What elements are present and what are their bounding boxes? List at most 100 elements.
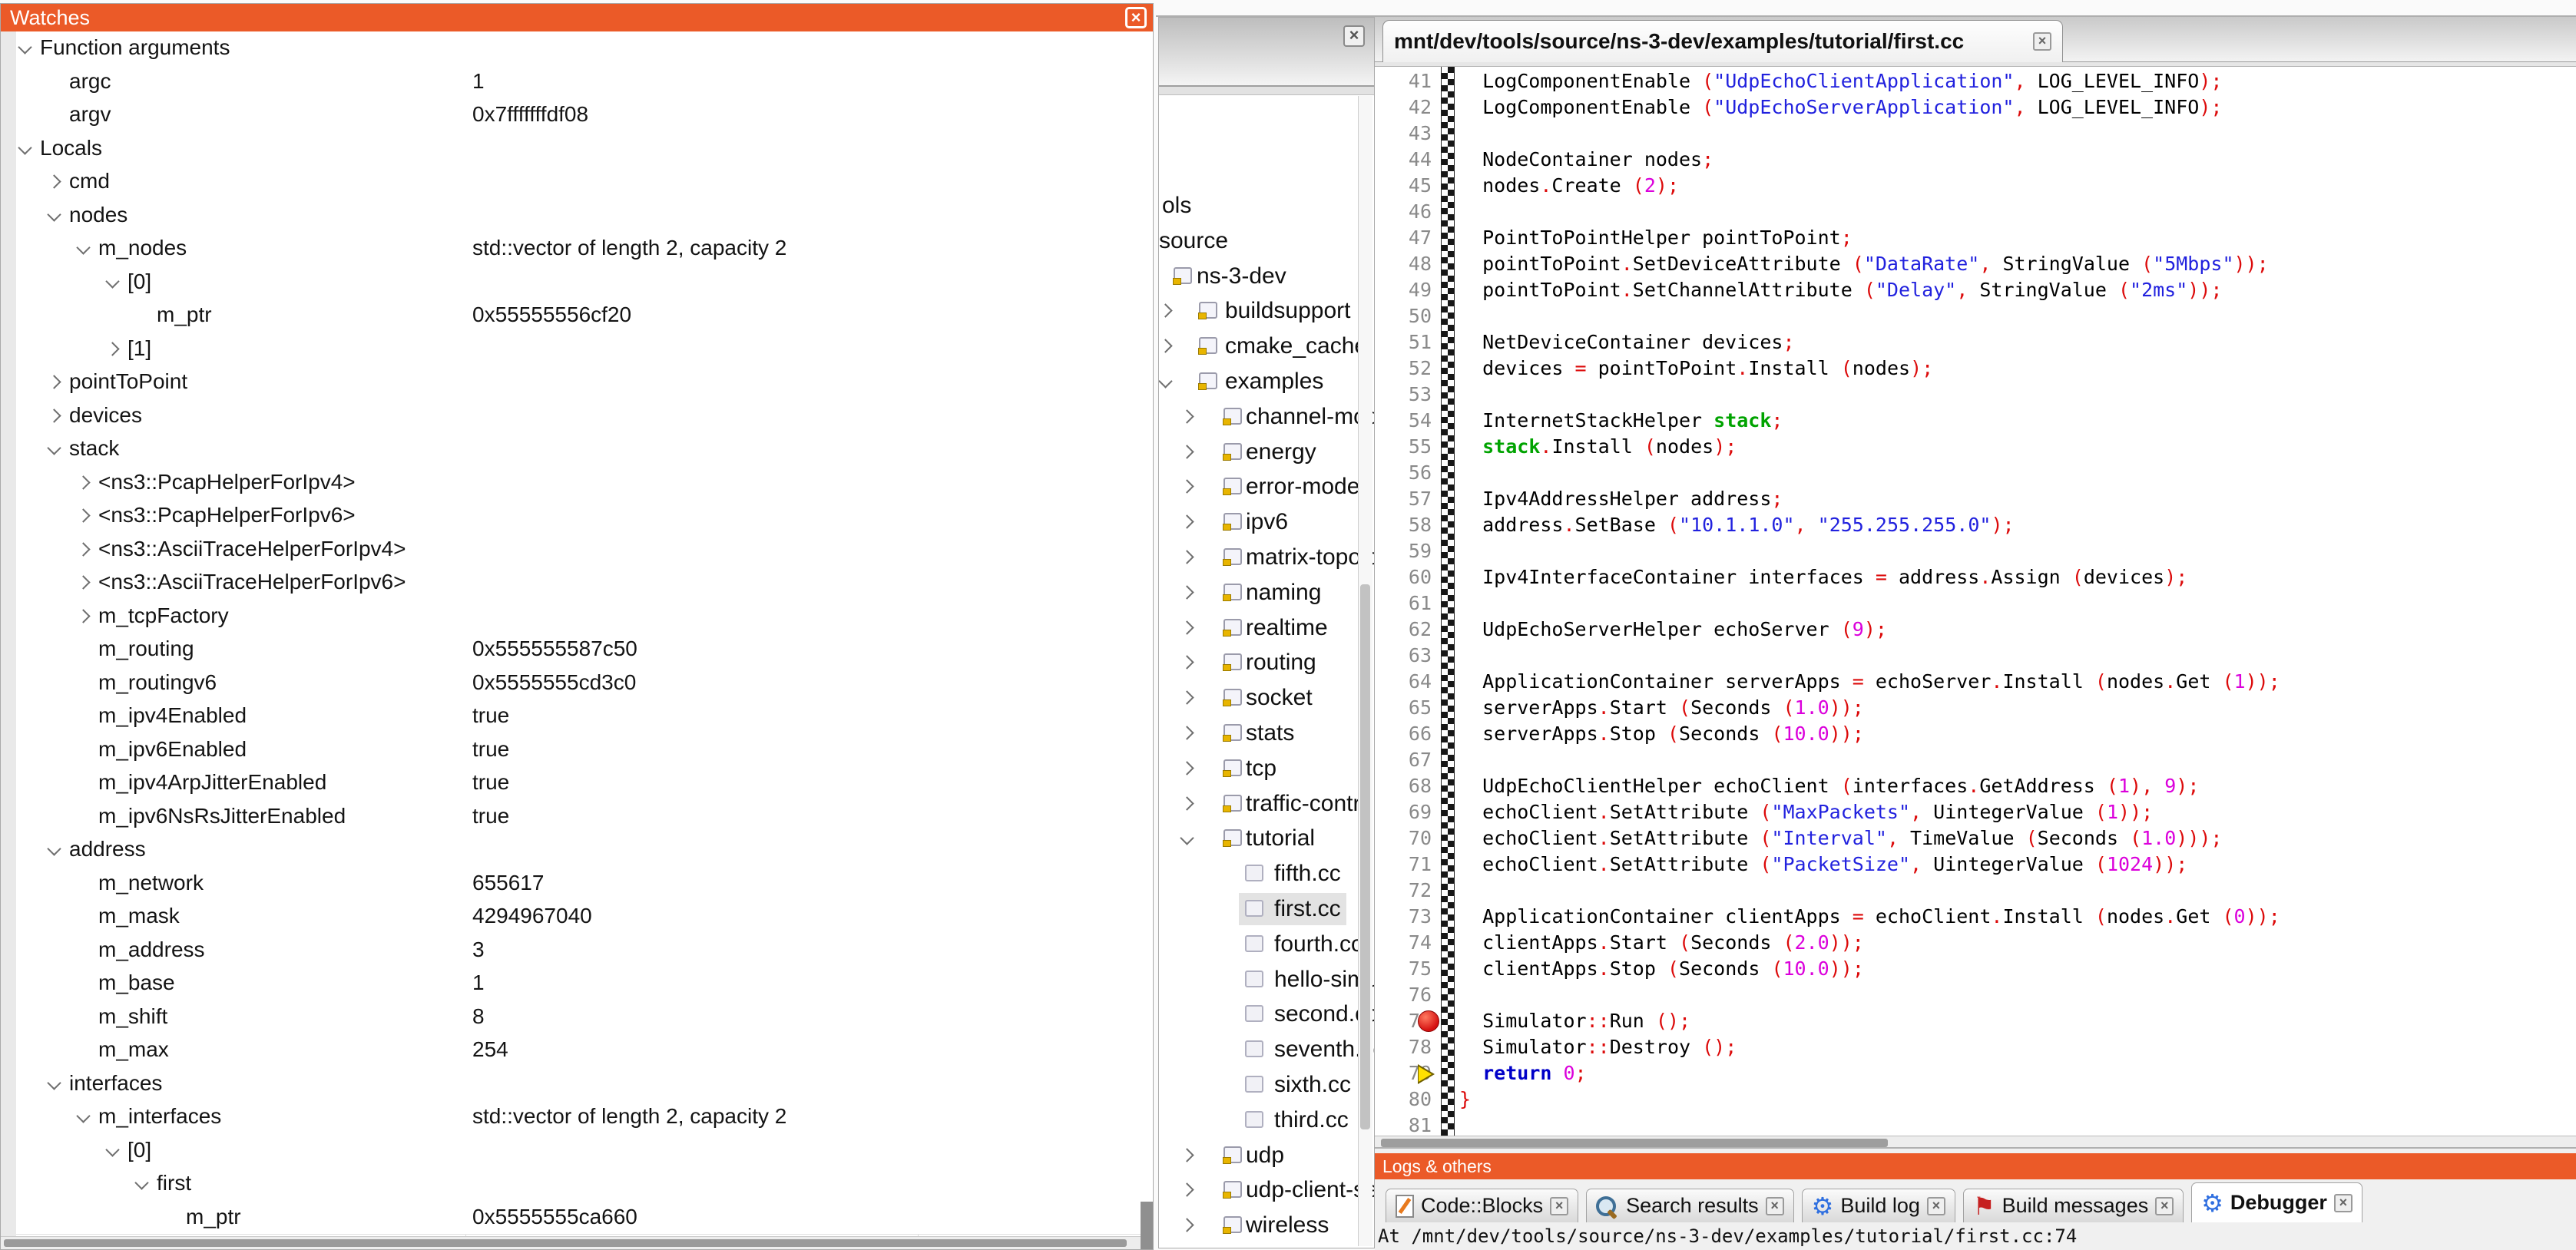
code-line[interactable]: 58 address.SetBase ("10.1.1.0", "255.255… [1375,512,2576,538]
line-number[interactable]: 49 [1382,277,1432,303]
tree-item-second-cc[interactable]: second.cc [1159,997,1374,1032]
chevron-right-icon[interactable] [1180,480,1194,494]
watch-row[interactable]: <ns3::AsciiTraceHelperForIpv4> [16,533,1153,567]
logs-tab-build-log[interactable]: ⚙Build log× [1802,1189,1955,1222]
watch-row[interactable]: m_routingv60x5555555cd3c0 [16,666,1153,701]
code-line[interactable]: 75 clientApps.Stop (Seconds (10.0)); [1375,956,2576,982]
line-number[interactable]: 51 [1382,329,1432,355]
watch-row[interactable]: m_routing0x555555587c50 [16,633,1153,667]
line-number[interactable]: 46 [1382,199,1432,225]
line-number[interactable]: 76 [1382,982,1432,1008]
code-line[interactable]: 65 serverApps.Start (Seconds (1.0)); [1375,695,2576,721]
chevron-down-icon[interactable] [47,207,61,221]
tree-item-tcp[interactable]: tcp [1159,751,1374,786]
chevron-right-icon[interactable] [1180,445,1194,458]
line-number[interactable]: 66 [1382,721,1432,747]
code-line[interactable]: 68 UdpEchoClientHelper echoClient (inter… [1375,773,2576,799]
close-icon[interactable]: × [2334,1194,2353,1212]
code-line[interactable]: 53 [1375,382,2576,408]
chevron-right-icon[interactable] [1180,409,1194,423]
watch-row[interactable]: pointToPoint [16,365,1153,400]
code-line[interactable]: 66 serverApps.Stop (Seconds (10.0)); [1375,721,2576,747]
chevron-right-icon[interactable] [1180,690,1194,704]
watch-row[interactable]: interfaces [16,1067,1153,1102]
line-number[interactable]: 68 [1382,773,1432,799]
watch-row[interactable]: devices [16,399,1153,434]
tree-item-stats[interactable]: stats [1159,716,1374,751]
tree-item-channel-mod[interactable]: channel-mod [1159,399,1374,435]
watches-horizontal-scrollbar[interactable] [1,1236,1153,1249]
tree-item-energy[interactable]: energy [1159,435,1374,470]
watch-row[interactable]: Function arguments [16,31,1153,66]
code-line[interactable]: 55 stack.Install (nodes); [1375,434,2576,460]
line-number[interactable]: 67 [1382,747,1432,773]
code-line[interactable]: 76 [1375,982,2576,1008]
line-number[interactable]: 61 [1382,590,1432,617]
line-number[interactable]: 58 [1382,512,1432,538]
chevron-down-icon[interactable] [134,1176,148,1189]
logs-tab-code-blocks[interactable]: Code::Blocks× [1386,1189,1578,1222]
chevron-down-icon[interactable] [1158,374,1172,388]
logs-tab-search-results[interactable]: Search results× [1586,1189,1794,1222]
tree-item-hello-simul[interactable]: hello-simul [1159,962,1374,997]
line-number[interactable]: 78 [1382,1034,1432,1060]
line-number[interactable]: 54 [1382,408,1432,434]
tree-item-first-cc[interactable]: first.cc [1159,891,1374,927]
code-line[interactable]: 64 ApplicationContainer serverApps = ech… [1375,669,2576,695]
chevron-right-icon[interactable] [47,408,61,422]
watch-row[interactable]: <ns3::PcapHelperForIpv6> [16,499,1153,534]
code-line[interactable]: 50 [1375,303,2576,329]
code-line[interactable]: 73 ApplicationContainer clientApps = ech… [1375,904,2576,930]
line-number[interactable]: 59 [1382,538,1432,564]
close-icon[interactable]: × [2033,32,2051,51]
tree-item-tutorial[interactable]: tutorial [1159,821,1374,856]
chevron-right-icon[interactable] [76,575,90,589]
chevron-right-icon[interactable] [76,508,90,522]
tree-item-source[interactable]: source [1159,223,1374,259]
chevron-right-icon[interactable] [47,375,61,389]
watch-row[interactable]: [0] [16,1134,1153,1169]
line-number[interactable]: 43 [1382,121,1432,147]
watch-row[interactable]: m_tcpFactory [16,600,1153,634]
chevron-down-icon[interactable] [105,1143,119,1156]
watch-row[interactable]: m_nodesstd::vector of length 2, capacity… [16,232,1153,266]
close-icon[interactable]: × [1927,1197,1945,1215]
watch-row[interactable]: m_base1 [16,967,1153,1001]
chevron-right-icon[interactable] [1158,304,1172,318]
chevron-down-icon[interactable] [76,1109,90,1123]
logs-tab-build-messages[interactable]: ⚑Build messages× [1963,1189,2184,1222]
code-line[interactable]: 57 Ipv4AddressHelper address; [1375,486,2576,512]
chevron-right-icon[interactable] [1180,656,1194,670]
tree-item-sixth-cc[interactable]: sixth.cc [1159,1067,1374,1103]
code-line[interactable]: 44 NodeContainer nodes; [1375,147,2576,173]
code-line[interactable]: 74 clientApps.Start (Seconds (2.0)); [1375,930,2576,956]
line-number[interactable]: 73 [1382,904,1432,930]
code-line[interactable]: 61 [1375,590,2576,617]
chevron-right-icon[interactable] [1180,1218,1194,1232]
tree-item-socket[interactable]: socket [1159,680,1374,716]
chevron-right-icon[interactable] [1158,339,1172,352]
line-number[interactable]: 48 [1382,251,1432,277]
code-line[interactable]: 72 [1375,878,2576,904]
chevron-right-icon[interactable] [1180,1148,1194,1162]
line-number[interactable]: 63 [1382,643,1432,669]
watch-row[interactable]: nodes [16,199,1153,233]
line-number[interactable]: 81 [1382,1113,1432,1136]
code-line[interactable]: 56 [1375,460,2576,486]
tree-item-examples[interactable]: examples [1159,364,1374,399]
code-line[interactable]: 60 Ipv4InterfaceContainer interfaces = a… [1375,564,2576,590]
line-number[interactable]: 47 [1382,225,1432,251]
code-editor[interactable]: 41 LogComponentEnable ("UdpEchoClientApp… [1375,67,2576,1136]
watch-row[interactable]: m_shift8 [16,1000,1153,1035]
code-line[interactable]: 62 UdpEchoServerHelper echoServer (9); [1375,617,2576,643]
code-line[interactable]: 43 [1375,121,2576,147]
code-line[interactable]: 79 return 0; [1375,1060,2576,1086]
tree-item-ns-3-dev[interactable]: ns-3-dev [1159,259,1374,294]
line-number[interactable]: 64 [1382,669,1432,695]
watch-row[interactable]: m_max254 [16,1033,1153,1068]
code-line[interactable]: 45 nodes.Create (2); [1375,173,2576,199]
watch-row[interactable]: m_ptr0x5555555ca660 [16,1201,1153,1235]
code-line[interactable]: 70 echoClient.SetAttribute ("Interval", … [1375,825,2576,852]
code-line[interactable]: 59 [1375,538,2576,564]
watch-row[interactable]: m_ipv6Enabledtrue [16,733,1153,768]
